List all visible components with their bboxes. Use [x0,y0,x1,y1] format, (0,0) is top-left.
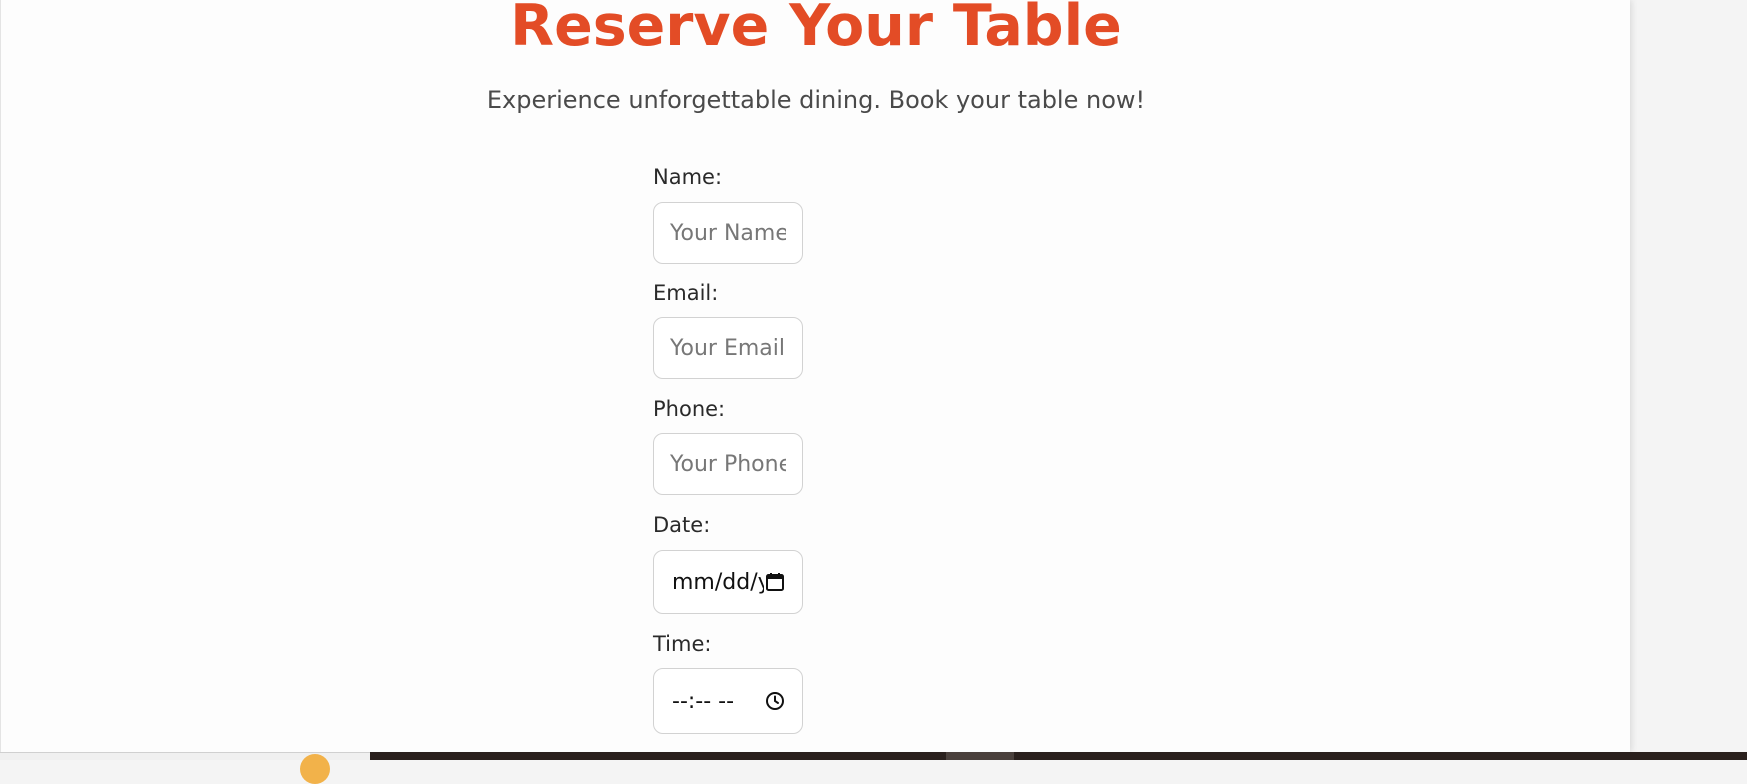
page-content: Reserve Your Table Experience unforgetta… [0,0,1630,752]
taskbar-app-icon[interactable] [300,754,330,784]
time-label: Time: [653,632,712,656]
email-input[interactable] [654,318,802,378]
name-input[interactable] [654,203,802,263]
page-title: Reserve Your Table [510,0,1122,59]
name-label: Name: [653,165,723,189]
time-input[interactable]: --:-- -- [653,668,803,734]
phone-input[interactable] [654,434,802,494]
page-subtitle: Experience unforgettable dining. Book yo… [486,86,1146,114]
email-label: Email: [653,281,719,305]
time-input-value: --:-- -- [672,688,735,714]
taskbar [370,752,1747,760]
date-label: Date: [653,513,711,537]
clock-icon[interactable] [764,690,786,712]
name-field[interactable] [653,202,803,264]
email-field[interactable] [653,317,803,379]
date-input[interactable]: mm/dd/yyyy [653,550,803,614]
calendar-icon[interactable] [764,571,786,593]
phone-field[interactable] [653,433,803,495]
phone-label: Phone: [653,397,726,421]
taskbar-active-tab[interactable] [946,752,1014,760]
date-picker[interactable]: mm/dd/yyyy [654,551,802,613]
date-input-value: mm/dd/yyyy [672,569,764,595]
time-picker[interactable]: --:-- -- [654,669,802,733]
